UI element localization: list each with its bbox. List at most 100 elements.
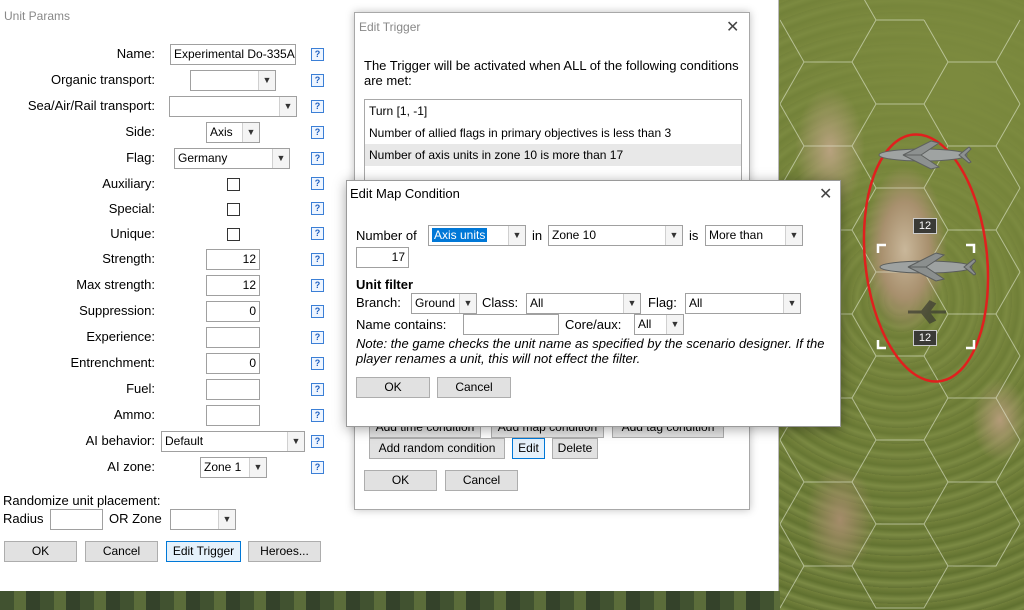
help-icon[interactable]: ? — [311, 435, 324, 448]
edit-map-condition-dialog: Edit Map Condition ✕ Number of Axis unit… — [346, 180, 841, 427]
chevron-down-icon: ▼ — [242, 123, 259, 142]
max-strength-label: Max strength: — [76, 277, 155, 292]
ammo-label: Ammo: — [113, 407, 155, 422]
close-icon[interactable]: ✕ — [726, 17, 739, 37]
chevron-down-icon: ▼ — [218, 510, 235, 529]
trigger-cancel-button[interactable]: Cancel — [445, 470, 518, 491]
name-contains-label: Name contains: — [356, 317, 447, 332]
delete-condition-button[interactable]: Delete — [552, 438, 598, 459]
zone-select[interactable]: Zone 10 ▼ — [548, 225, 683, 246]
help-icon[interactable]: ? — [311, 177, 324, 190]
ok-button[interactable]: OK — [4, 541, 77, 562]
unique-checkbox[interactable] — [227, 228, 240, 241]
help-icon[interactable]: ? — [311, 383, 324, 396]
cancel-button[interactable]: Cancel — [85, 541, 158, 562]
chevron-down-icon: ▼ — [287, 432, 304, 451]
strength-label: Strength: — [102, 251, 155, 266]
suppression-label: Suppression: — [79, 303, 155, 318]
help-icon[interactable]: ? — [311, 279, 324, 292]
window-title: Unit Params — [4, 9, 71, 23]
radius-label: Radius — [3, 511, 44, 526]
list-item[interactable]: Turn [1, -1] — [365, 100, 741, 122]
comparison-select[interactable]: More than ▼ — [705, 225, 803, 246]
trigger-ok-button[interactable]: OK — [364, 470, 437, 491]
chevron-down-icon: ▼ — [258, 71, 275, 90]
chevron-down-icon: ▼ — [279, 97, 296, 116]
flag-select[interactable]: Germany ▼ — [174, 148, 290, 169]
branch-select[interactable]: Ground ▼ — [411, 293, 477, 314]
count-input[interactable]: 17 — [356, 247, 409, 268]
edit-condition-button[interactable]: Edit — [512, 438, 545, 459]
chevron-down-icon: ▼ — [508, 226, 525, 245]
name-input[interactable]: Experimental Do-335A — [170, 44, 296, 65]
chevron-down-icon: ▼ — [665, 226, 682, 245]
entrenchment-input[interactable]: 0 — [206, 353, 260, 374]
radius-input[interactable] — [50, 509, 103, 530]
ai-behavior-select[interactable]: Default ▼ — [161, 431, 305, 452]
list-item[interactable]: Number of axis units in zone 10 is more … — [365, 144, 741, 166]
max-strength-input[interactable]: 12 — [206, 275, 260, 296]
flag-value: Germany — [178, 151, 228, 165]
organic-transport-select[interactable]: ▼ — [190, 70, 276, 91]
unit-strength-badge: 12 — [913, 218, 937, 234]
suppression-input[interactable]: 0 — [206, 301, 260, 322]
help-icon[interactable]: ? — [311, 305, 324, 318]
strength-input[interactable]: 12 — [206, 249, 260, 270]
help-icon[interactable]: ? — [311, 357, 324, 370]
flag-filter-select[interactable]: All ▼ — [685, 293, 801, 314]
ai-zone-select[interactable]: Zone 1 ▼ — [200, 457, 267, 478]
help-icon[interactable]: ? — [311, 126, 324, 139]
help-icon[interactable]: ? — [311, 100, 324, 113]
experience-input[interactable] — [206, 327, 260, 348]
help-icon[interactable]: ? — [311, 331, 324, 344]
number-of-label: Number of — [356, 228, 417, 243]
help-icon[interactable]: ? — [311, 202, 324, 215]
help-icon[interactable]: ? — [311, 74, 324, 87]
special-checkbox[interactable] — [227, 203, 240, 216]
heroes-button[interactable]: Heroes... — [248, 541, 321, 562]
help-icon[interactable]: ? — [311, 461, 324, 474]
name-label: Name: — [116, 46, 155, 61]
side-label: Side: — [125, 124, 155, 139]
ai-behavior-value: Default — [165, 434, 204, 448]
special-label: Special: — [108, 201, 155, 216]
ammo-input[interactable] — [206, 405, 260, 426]
close-icon[interactable]: ✕ — [819, 184, 832, 204]
chevron-down-icon: ▼ — [623, 294, 640, 313]
sea-air-rail-select[interactable]: ▼ — [169, 96, 297, 117]
random-zone-select[interactable]: ▼ — [170, 509, 236, 530]
auxiliary-checkbox[interactable] — [227, 178, 240, 191]
class-select[interactable]: All ▼ — [526, 293, 641, 314]
coreaux-label: Core/aux: — [565, 317, 622, 332]
subject-select[interactable]: Axis units ▼ — [428, 225, 526, 246]
dialog-title: Edit Trigger — [359, 20, 421, 34]
flag-filter-value: All — [689, 296, 703, 310]
condition-ok-button[interactable]: OK — [356, 377, 430, 398]
fuel-label: Fuel: — [126, 381, 155, 396]
aircraft-unit-icon[interactable] — [876, 250, 976, 284]
flag-filter-label: Flag: — [648, 295, 677, 310]
chevron-down-icon: ▼ — [272, 149, 289, 168]
help-icon[interactable]: ? — [311, 253, 324, 266]
unique-label: Unique: — [110, 226, 155, 241]
add-random-condition-button[interactable]: Add random condition — [369, 438, 505, 459]
in-label: in — [532, 228, 543, 243]
name-contains-input[interactable] — [463, 314, 559, 335]
condition-list[interactable]: Turn [1, -1] Number of allied flags in p… — [364, 99, 742, 189]
chevron-down-icon: ▼ — [459, 294, 476, 313]
help-icon[interactable]: ? — [311, 409, 324, 422]
coreaux-value: All — [638, 317, 652, 331]
help-icon[interactable]: ? — [311, 152, 324, 165]
help-icon[interactable]: ? — [311, 48, 324, 61]
list-item[interactable]: Number of allied flags in primary object… — [365, 122, 741, 144]
class-label: Class: — [482, 295, 519, 310]
condition-cancel-button[interactable]: Cancel — [437, 377, 511, 398]
edit-trigger-button[interactable]: Edit Trigger — [166, 541, 241, 562]
side-select[interactable]: Axis ▼ — [206, 122, 260, 143]
fuel-input[interactable] — [206, 379, 260, 400]
or-zone-label: OR Zone — [109, 511, 162, 526]
coreaux-select[interactable]: All ▼ — [634, 314, 684, 335]
chevron-down-icon: ▼ — [783, 294, 800, 313]
aircraft-unit-icon[interactable] — [873, 137, 973, 175]
help-icon[interactable]: ? — [311, 227, 324, 240]
